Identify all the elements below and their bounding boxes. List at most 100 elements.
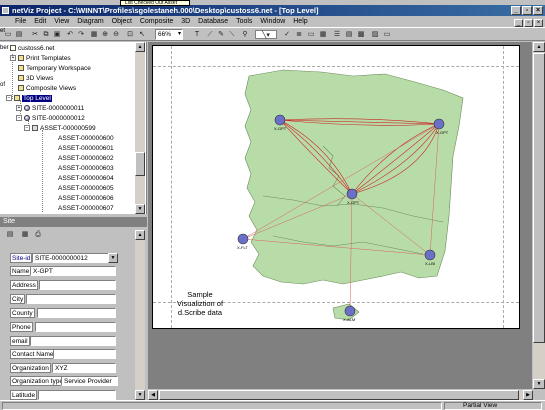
collapse-icon[interactable]: − bbox=[6, 95, 12, 102]
window-icon[interactable]: ▭ bbox=[306, 30, 316, 39]
tree-item-temporary-workspace[interactable]: Temporary Workspace bbox=[18, 64, 91, 73]
site-id-select[interactable]: SITE-0000000012 bbox=[32, 253, 118, 263]
menu-edit[interactable]: Edit bbox=[31, 16, 49, 27]
phone-field[interactable] bbox=[35, 322, 116, 332]
paste-icon[interactable]: ▣ bbox=[52, 30, 62, 39]
tree-item-root[interactable]: custoss6.net bbox=[10, 44, 55, 53]
line-style-icon[interactable]: ╲▾ bbox=[255, 30, 277, 39]
pencil-icon[interactable]: ✎ bbox=[216, 30, 226, 39]
canvas-vertical-scrollbar[interactable]: ▲ ▼ bbox=[533, 42, 545, 389]
fit-icon[interactable]: ⊡ bbox=[125, 30, 135, 39]
check-icon[interactable]: ✓ bbox=[282, 30, 292, 39]
minimize-button[interactable]: _ bbox=[511, 6, 521, 15]
open-icon[interactable]: ▤ bbox=[14, 30, 24, 39]
tree-item-asset-599[interactable]: − ASSET-000000599 bbox=[24, 124, 96, 133]
line-tool-icon[interactable]: ⟍ bbox=[227, 30, 237, 39]
city-field[interactable] bbox=[26, 294, 116, 304]
app-icon[interactable] bbox=[2, 7, 9, 14]
tree-item-site-12[interactable]: − SITE-0000000012 bbox=[16, 114, 85, 123]
node-tool-icon[interactable]: ⚲ bbox=[240, 30, 250, 39]
table-icon[interactable]: ▦ bbox=[318, 30, 328, 39]
link-tool-icon[interactable]: ⟋ bbox=[205, 30, 215, 39]
tree-item-asset-604[interactable]: ASSET-000000604 bbox=[58, 174, 114, 183]
edit-record-icon[interactable]: ▤ bbox=[5, 230, 15, 239]
tree-item-composite-views[interactable]: Composite Views bbox=[18, 84, 76, 93]
menu-composite[interactable]: Composite bbox=[137, 16, 176, 27]
site-node[interactable] bbox=[346, 188, 358, 200]
scroll-up-icon[interactable]: ▲ bbox=[135, 42, 145, 52]
scroll-up-icon[interactable]: ▲ bbox=[533, 42, 545, 52]
menu-view[interactable]: View bbox=[51, 16, 72, 27]
scroll-down-icon[interactable]: ▼ bbox=[135, 204, 145, 214]
tree-item-asset-605[interactable]: ASSET-000000605 bbox=[58, 184, 114, 193]
text-tool-icon[interactable]: T bbox=[192, 30, 202, 39]
name-field[interactable]: X-GPT bbox=[30, 266, 116, 276]
copy-icon[interactable]: ⧉ bbox=[41, 30, 51, 39]
site-node[interactable] bbox=[274, 114, 286, 126]
select-icon[interactable]: ↖ bbox=[137, 30, 147, 39]
grid-view-icon[interactable]: ▩ bbox=[356, 30, 366, 39]
menu-window[interactable]: Window bbox=[257, 16, 288, 27]
organization-field[interactable]: XYZ bbox=[52, 363, 116, 373]
diagram-page[interactable]: X-GPT X-GPT X-GPT X-FLT X-LBI X-ALM Samp… bbox=[152, 45, 520, 329]
site-panel-scrollbar[interactable]: ▲ ▼ bbox=[135, 230, 145, 400]
expand-icon[interactable]: + bbox=[16, 105, 22, 112]
grid-icon[interactable]: ▦ bbox=[89, 30, 99, 39]
county-field[interactable] bbox=[37, 308, 116, 318]
site-node[interactable] bbox=[344, 305, 356, 317]
scroll-thumb[interactable] bbox=[159, 390, 519, 400]
address-field[interactable] bbox=[39, 280, 116, 290]
tree-item-asset-607[interactable]: ASSET-000000607 bbox=[58, 204, 114, 213]
list-icon[interactable]: ☰ bbox=[332, 30, 342, 39]
print-icon[interactable]: ⎙ bbox=[33, 230, 43, 239]
zoom-select[interactable]: 66% bbox=[155, 29, 183, 40]
mdi-restore-button[interactable]: ▫ bbox=[524, 19, 533, 27]
tree-item-asset-603[interactable]: ASSET-000000603 bbox=[58, 164, 114, 173]
menu-file[interactable]: File bbox=[12, 16, 29, 27]
scroll-thumb[interactable] bbox=[533, 53, 545, 343]
site-node[interactable] bbox=[237, 233, 249, 245]
tree-item-top-level[interactable]: − Top Level bbox=[6, 94, 52, 103]
undo-icon[interactable]: ↶ bbox=[65, 30, 75, 39]
chevron-down-icon[interactable]: ▼ bbox=[108, 253, 118, 263]
menu-diagram[interactable]: Diagram bbox=[74, 16, 106, 27]
database-icon[interactable]: ▤ bbox=[344, 30, 354, 39]
tree-item-asset-600[interactable]: ASSET-000000600 bbox=[58, 134, 114, 143]
scroll-down-icon[interactable]: ▼ bbox=[135, 390, 145, 400]
scroll-down-icon[interactable]: ▼ bbox=[533, 379, 545, 389]
tree-item-print-templates[interactable]: + Print Templates bbox=[10, 54, 71, 63]
menu-help[interactable]: Help bbox=[290, 16, 310, 27]
scroll-thumb[interactable] bbox=[135, 152, 145, 176]
scroll-right-icon[interactable]: ▶ bbox=[523, 390, 533, 400]
monitor-icon[interactable]: ▭ bbox=[382, 30, 392, 39]
menu-object[interactable]: Object bbox=[109, 16, 135, 27]
zoom-in-icon[interactable]: ⊕ bbox=[100, 30, 110, 39]
tree-item-3d-views[interactable]: 3D Views bbox=[18, 74, 53, 83]
menu-3d[interactable]: 3D bbox=[178, 16, 193, 27]
tree-scrollbar[interactable]: ▲ ▼ bbox=[135, 42, 145, 214]
scroll-up-icon[interactable]: ▲ bbox=[135, 230, 145, 240]
email-field[interactable] bbox=[30, 336, 116, 346]
site-node[interactable] bbox=[433, 118, 445, 130]
collapse-icon[interactable]: − bbox=[24, 125, 30, 132]
tree-item-asset-606[interactable]: ASSET-000000606 bbox=[58, 194, 114, 203]
tree-item-asset-601[interactable]: ASSET-000000601 bbox=[58, 144, 114, 153]
cut-icon[interactable]: ✂ bbox=[30, 30, 40, 39]
menu-database[interactable]: Database bbox=[195, 16, 231, 27]
tree-item-site-11[interactable]: + SITE-0000000011 bbox=[16, 104, 84, 113]
site-node[interactable] bbox=[424, 249, 436, 261]
scroll-left-icon[interactable]: ◀ bbox=[148, 390, 158, 400]
zoom-out-icon[interactable]: ⊖ bbox=[111, 30, 121, 39]
latitude-field[interactable] bbox=[38, 390, 116, 400]
collapse-icon[interactable]: − bbox=[16, 115, 22, 122]
tree-item-asset-602[interactable]: ASSET-000000602 bbox=[58, 154, 114, 163]
contact-name-field[interactable] bbox=[53, 349, 116, 359]
redo-icon[interactable]: ↷ bbox=[76, 30, 86, 39]
chart-icon[interactable]: ▨ bbox=[370, 30, 380, 39]
align-icon[interactable]: ≣ bbox=[294, 30, 304, 39]
canvas-horizontal-scrollbar[interactable]: ◀ ▶ bbox=[148, 390, 533, 400]
list-records-icon[interactable]: ▦ bbox=[20, 230, 30, 239]
expand-icon[interactable]: + bbox=[10, 55, 16, 62]
close-button[interactable]: × bbox=[533, 6, 543, 15]
maximize-button[interactable]: ▫ bbox=[522, 6, 532, 15]
